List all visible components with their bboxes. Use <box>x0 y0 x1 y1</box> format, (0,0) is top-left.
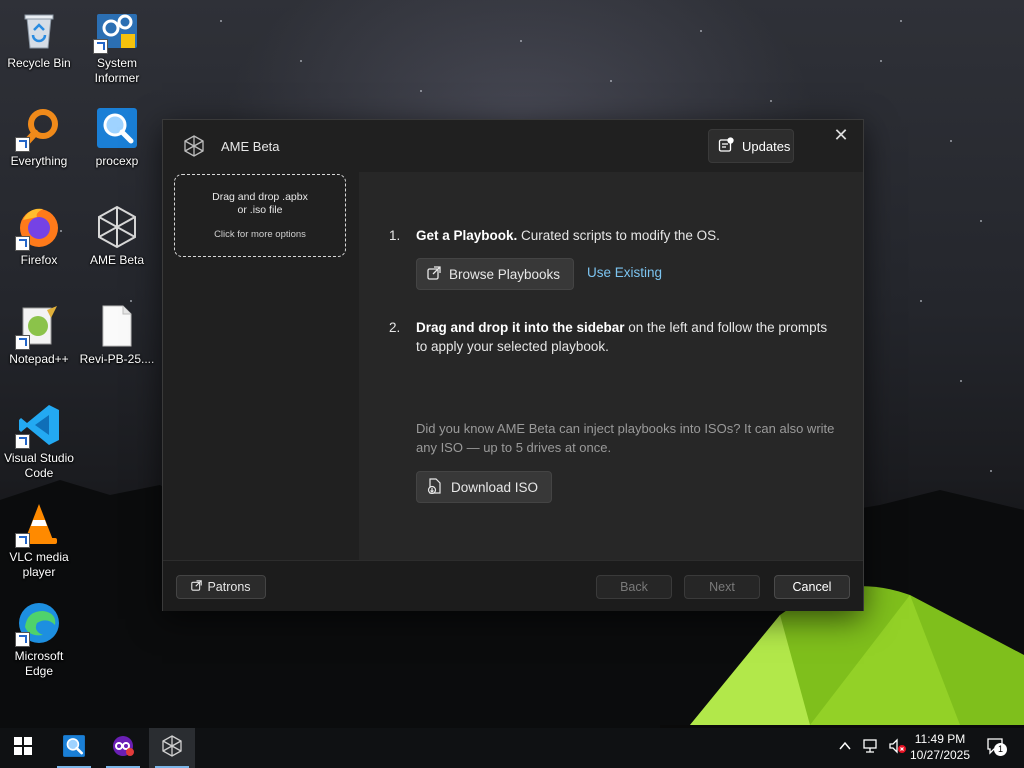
taskbar-ame-beta[interactable] <box>149 728 195 768</box>
notification-center-button[interactable]: 1 <box>980 728 1010 768</box>
shortcut-arrow-icon <box>15 434 30 449</box>
window-titlebar[interactable]: AME Beta Updates ✕ <box>163 120 863 172</box>
notification-icon: 1 <box>986 737 1007 760</box>
shortcut-arrow-icon <box>15 137 30 152</box>
shortcut-arrow-icon <box>15 335 30 350</box>
windows-logo-icon <box>14 736 32 760</box>
desktop-icon-label: Revi-PB-25.... <box>79 352 155 366</box>
taskbar-clock[interactable]: 11:49 PM 10/27/2025 <box>900 731 980 763</box>
step-heading: Get a Playbook. <box>416 228 518 243</box>
window-title: AME Beta <box>221 139 280 154</box>
taskbar: 11:49 PM 10/27/2025 1 <box>0 728 1024 768</box>
close-button[interactable]: ✕ <box>831 124 851 146</box>
system-informer-icon <box>111 734 135 763</box>
desktop-icon-label: Microsoft Edge <box>14 649 64 678</box>
download-iso-button[interactable]: Download ISO <box>416 471 552 503</box>
updates-icon <box>718 136 734 156</box>
desktop-icon-revi-file[interactable]: Revi-PB-25.... <box>79 304 155 367</box>
updates-button[interactable]: Updates <box>708 129 794 163</box>
iso-tip-text: Did you know AME Beta can inject playboo… <box>416 421 835 455</box>
download-iso-label: Download ISO <box>451 479 539 495</box>
desktop-icon-label: Visual Studio Code <box>4 451 74 480</box>
shortcut-arrow-icon <box>93 39 108 54</box>
desktop-icon-label: VLC media player <box>9 550 69 579</box>
vlc-cone-icon <box>15 502 61 548</box>
step-number: 1. <box>389 228 401 243</box>
back-button[interactable]: Back <box>596 575 672 599</box>
patrons-button[interactable]: Patrons <box>176 575 266 599</box>
shortcut-arrow-icon <box>15 533 30 548</box>
shortcut-arrow-icon <box>15 632 30 647</box>
next-button[interactable]: Next <box>684 575 760 599</box>
browse-playbooks-button[interactable]: Browse Playbooks <box>416 258 574 290</box>
desktop-icon-vscode[interactable]: Visual Studio Code <box>1 403 77 481</box>
desktop-icon-recycle-bin[interactable]: Recycle Bin <box>1 8 77 71</box>
drop-zone-line-2: or .iso file <box>237 204 283 216</box>
desktop-icon-notepadpp[interactable]: Notepad++ <box>1 304 77 367</box>
start-button[interactable] <box>0 728 46 768</box>
drop-zone-line-1: Drag and drop .apbx <box>212 191 308 203</box>
procexp-icon <box>62 734 86 763</box>
network-disconnected-icon[interactable] <box>862 738 880 759</box>
updates-label: Updates <box>742 138 791 154</box>
magnifier-orange-icon <box>15 106 61 152</box>
desktop-icon-label: Firefox <box>20 253 58 267</box>
use-existing-link[interactable]: Use Existing <box>587 265 662 280</box>
file-icon <box>95 304 139 348</box>
step-2: 2. Drag and drop it into the sidebar on … <box>389 318 829 356</box>
desktop-icon-label: System Informer <box>94 56 140 85</box>
drop-zone-hint: Click for more options <box>214 229 306 240</box>
browse-playbooks-label: Browse Playbooks <box>449 266 561 282</box>
clock-time: 11:49 PM <box>914 732 966 746</box>
taskbar-procexp[interactable] <box>51 728 97 768</box>
external-link-icon <box>427 265 441 283</box>
notification-count: 1 <box>994 742 1007 756</box>
step-text: Curated scripts to modify the OS. <box>517 228 720 243</box>
desktop-icon-everything[interactable]: Everything <box>1 106 77 169</box>
window-footer: Patrons Back Next Cancel <box>163 560 863 611</box>
ame-logo-icon <box>161 734 183 762</box>
desktop-icon-system-informer[interactable]: System Informer <box>79 8 155 86</box>
playbook-drop-zone[interactable]: Drag and drop .apbx or .iso file Click f… <box>174 174 346 257</box>
sidebar: Drag and drop .apbx or .iso file Click f… <box>163 172 359 560</box>
desktop-icon-label: Recycle Bin <box>7 56 71 70</box>
step-1: 1. Get a Playbook. Curated scripts to mo… <box>389 226 829 245</box>
taskbar-system-informer[interactable] <box>100 728 146 768</box>
patrons-label: Patrons <box>207 580 251 594</box>
desktop-icon-vlc[interactable]: VLC media player <box>1 502 77 580</box>
procexp-icon <box>95 106 139 150</box>
firefox-icon <box>15 205 61 251</box>
desktop-icon-ame-beta[interactable]: AME Beta <box>79 205 155 268</box>
ame-beta-window: AME Beta Updates ✕ Drag and drop .apbx o… <box>162 119 864 611</box>
desktop-icon-label: Notepad++ <box>9 352 69 366</box>
vscode-icon <box>15 403 61 449</box>
edge-icon <box>15 601 61 647</box>
main-content: 1. Get a Playbook. Curated scripts to mo… <box>359 172 863 560</box>
desktop-icon-edge[interactable]: Microsoft Edge <box>1 601 77 679</box>
external-link-icon <box>191 580 203 594</box>
ame-logo-icon <box>95 205 139 249</box>
desktop-icon-label: Everything <box>10 154 68 168</box>
recycle-bin-icon <box>17 8 61 52</box>
desktop-icon-label: AME Beta <box>89 253 145 267</box>
step-number: 2. <box>389 320 401 335</box>
step-heading: Drag and drop it into the sidebar <box>416 320 625 335</box>
download-file-icon <box>427 477 443 497</box>
clock-date: 10/27/2025 <box>909 748 971 762</box>
desktop-icon-firefox[interactable]: Firefox <box>1 205 77 268</box>
desktop-icon-procexp[interactable]: procexp <box>79 106 155 169</box>
cancel-button[interactable]: Cancel <box>774 575 850 599</box>
shortcut-arrow-icon <box>15 236 30 251</box>
ame-logo-icon <box>183 135 205 157</box>
chevron-up-icon[interactable] <box>838 739 852 758</box>
system-tray <box>838 728 906 768</box>
desktop-icon-label: procexp <box>95 154 139 168</box>
system-informer-icon <box>93 8 139 54</box>
notepadpp-icon <box>15 304 61 350</box>
